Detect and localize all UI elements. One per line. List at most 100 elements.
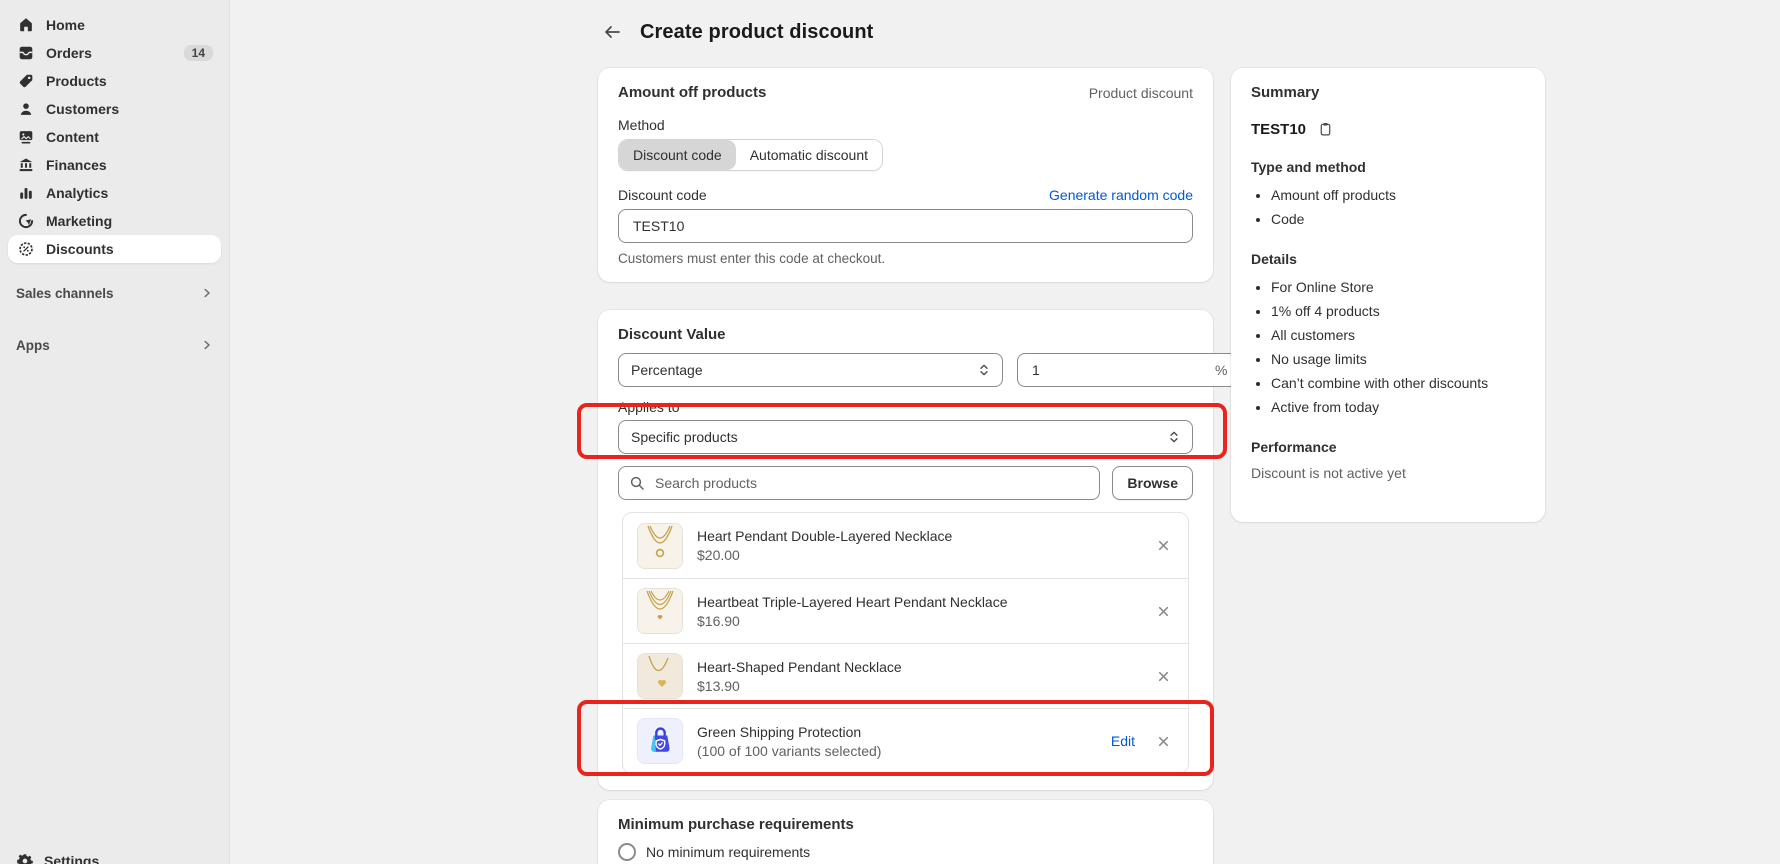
performance-status: Discount is not active yet [1251, 465, 1525, 481]
product-price: $16.90 [697, 612, 1139, 630]
value-type-selected: Percentage [631, 362, 703, 378]
sidebar-item-label: Products [46, 73, 213, 89]
sidebar-section-apps[interactable]: Apps [0, 331, 229, 359]
performance-heading: Performance [1251, 439, 1525, 455]
discount-code-input[interactable] [631, 217, 1180, 235]
sidebar-item-discounts[interactable]: Discounts [8, 235, 221, 263]
value-amount-input-wrap: % [1017, 353, 1240, 387]
method-segmented-control: Discount code Automatic discount [618, 139, 883, 171]
method-option-discount-code[interactable]: Discount code [619, 140, 736, 170]
value-amount-input[interactable] [1030, 361, 1215, 379]
sidebar-section-sales-channels[interactable]: Sales channels [0, 279, 229, 307]
sidebar-item-settings[interactable]: Settings [16, 852, 99, 864]
clipboard-icon [1318, 121, 1333, 137]
sidebar-item-home[interactable]: Home [8, 11, 221, 39]
summary-discount-code: TEST10 [1251, 121, 1306, 138]
selected-products-list: Heart Pendant Double-Layered Necklace $2… [622, 512, 1189, 774]
product-row: Heart Pendant Double-Layered Necklace $2… [623, 513, 1188, 578]
close-icon [1157, 605, 1170, 618]
finances-icon [16, 155, 36, 175]
discount-code-input-wrap [618, 209, 1193, 243]
product-row: Heartbeat Triple-Layered Heart Pendant N… [623, 578, 1188, 643]
sidebar-item-products[interactable]: Products [8, 67, 221, 95]
sidebar-item-label: Content [46, 129, 213, 145]
sidebar-item-content[interactable]: Content [8, 123, 221, 151]
remove-product-button[interactable] [1153, 535, 1174, 556]
discount-type-badge: Product discount [1089, 85, 1193, 101]
edit-variants-link[interactable]: Edit [1111, 733, 1135, 749]
discounts-icon [16, 239, 36, 259]
amount-off-products-card: Amount off products Product discount Met… [598, 68, 1213, 282]
method-option-automatic-discount[interactable]: Automatic discount [736, 140, 882, 170]
home-icon [16, 15, 36, 35]
product-name: Green Shipping Protection [697, 723, 1097, 741]
summary-title: Summary [1251, 84, 1319, 101]
minimum-purchase-card: Minimum purchase requirements No minimum… [598, 800, 1213, 864]
close-icon [1157, 670, 1170, 683]
search-icon [629, 475, 645, 491]
details-heading: Details [1251, 251, 1525, 267]
app-window: Home Orders 14 Products Customers [0, 0, 1780, 864]
close-icon [1157, 735, 1170, 748]
content-icon [16, 127, 36, 147]
chevron-right-icon [201, 339, 213, 351]
summary-item: Amount off products [1271, 183, 1525, 207]
browse-button[interactable]: Browse [1112, 466, 1193, 500]
copy-code-button[interactable] [1316, 119, 1335, 139]
product-price: $13.90 [697, 677, 1139, 695]
products-icon [16, 71, 36, 91]
close-icon [1157, 539, 1170, 552]
summary-item: Active from today [1271, 395, 1525, 419]
sidebar-item-label: Orders [46, 45, 174, 61]
type-and-method-heading: Type and method [1251, 159, 1525, 175]
no-minimum-radio[interactable] [618, 843, 636, 861]
select-updown-icon [978, 363, 990, 377]
summary-item: 1% off 4 products [1271, 299, 1525, 323]
shipping-protection-icon [637, 718, 683, 764]
applies-to-selected: Specific products [631, 429, 738, 445]
product-search-input[interactable] [653, 474, 1089, 492]
method-label: Method [618, 117, 1193, 133]
select-updown-icon [1168, 430, 1180, 444]
product-name: Heart-Shaped Pendant Necklace [697, 658, 1139, 676]
product-name: Heartbeat Triple-Layered Heart Pendant N… [697, 593, 1139, 611]
remove-product-button[interactable] [1153, 731, 1174, 752]
sidebar-item-orders[interactable]: Orders 14 [8, 39, 221, 67]
sidebar-item-label: Marketing [46, 213, 213, 229]
customers-icon [16, 99, 36, 119]
sidebar-item-customers[interactable]: Customers [8, 95, 221, 123]
sidebar-item-label: Home [46, 17, 213, 33]
remove-product-button[interactable] [1153, 666, 1174, 687]
sidebar-item-label: Finances [46, 157, 213, 173]
value-type-select[interactable]: Percentage [618, 353, 1003, 387]
back-button[interactable] [598, 18, 626, 46]
sidebar-item-analytics[interactable]: Analytics [8, 179, 221, 207]
page-header: Create product discount [598, 18, 1213, 46]
summary-item: Code [1271, 207, 1525, 231]
orders-icon [16, 43, 36, 63]
product-thumbnail [637, 588, 683, 634]
page-title: Create product discount [640, 21, 873, 44]
sales-channels-label: Sales channels [16, 286, 201, 301]
summary-item: For Online Store [1271, 275, 1525, 299]
percent-suffix: % [1215, 362, 1227, 378]
sidebar-item-finances[interactable]: Finances [8, 151, 221, 179]
sidebar-item-label: Analytics [46, 185, 213, 201]
orders-count-badge: 14 [184, 45, 213, 61]
generate-random-code-link[interactable]: Generate random code [1049, 187, 1193, 203]
marketing-icon [16, 211, 36, 231]
summary-item: No usage limits [1271, 347, 1525, 371]
applies-to-label: Applies to [618, 399, 1193, 415]
summary-item: Can’t combine with other discounts [1271, 371, 1525, 395]
applies-to-select[interactable]: Specific products [618, 420, 1193, 454]
analytics-icon [16, 183, 36, 203]
sidebar-item-label: Customers [46, 101, 213, 117]
card-title: Discount Value [618, 326, 726, 343]
product-price: $20.00 [697, 546, 1139, 564]
remove-product-button[interactable] [1153, 601, 1174, 622]
product-thumbnail [637, 523, 683, 569]
sidebar-item-marketing[interactable]: Marketing [8, 207, 221, 235]
product-row: Heart-Shaped Pendant Necklace $13.90 [623, 643, 1188, 708]
discount-value-card: Discount Value Percentage % Applies to S… [598, 310, 1213, 790]
gear-icon [16, 852, 34, 864]
